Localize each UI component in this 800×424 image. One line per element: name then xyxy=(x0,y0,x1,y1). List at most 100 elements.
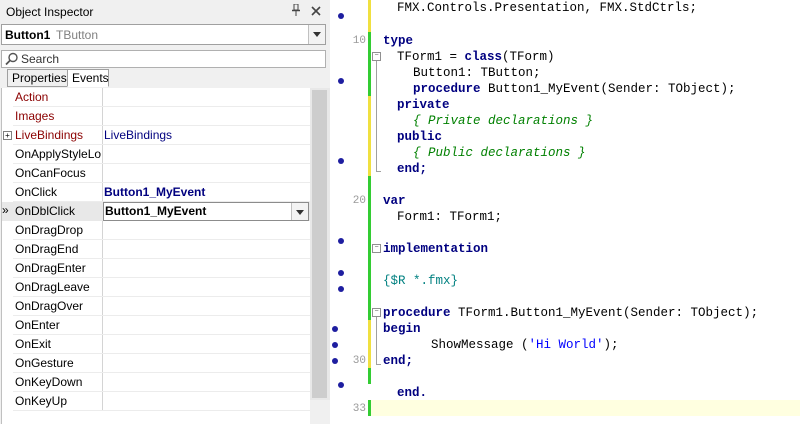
tab-properties[interactable]: Properties xyxy=(7,69,68,87)
code-token: class xyxy=(464,50,503,64)
row-name: OnCanFocus xyxy=(15,166,86,180)
grid-row-livebindings[interactable]: + LiveBindings LiveBindings xyxy=(2,126,310,145)
selected-row-arrow-icon: » xyxy=(2,203,9,217)
grid-row-ondragend[interactable]: OnDragEnd xyxy=(2,240,310,259)
code-token: ); xyxy=(603,338,619,352)
code-line: Button1: TButton; xyxy=(413,66,541,80)
code-line: TForm1 = class(TForm) xyxy=(397,49,555,65)
component-dropdown-button[interactable] xyxy=(308,25,325,44)
code-line: { Private declarations } xyxy=(413,114,594,128)
close-icon[interactable] xyxy=(309,3,323,19)
row-gutter xyxy=(2,316,13,335)
row-name: OnGesture xyxy=(15,356,74,370)
row-gutter xyxy=(2,183,13,202)
row-gutter xyxy=(2,240,13,259)
grid-row-onkeyup[interactable]: OnKeyUp xyxy=(2,392,310,411)
grid-row-onclick[interactable]: OnClick Button1_MyEvent xyxy=(2,183,310,202)
code-token: procedure xyxy=(383,306,451,320)
row-gutter xyxy=(2,221,13,240)
chevron-down-icon xyxy=(296,210,304,215)
scrollbar-thumb[interactable] xyxy=(312,90,327,398)
column-divider xyxy=(102,335,103,354)
search-input[interactable]: Search xyxy=(1,50,326,68)
row-gutter xyxy=(2,392,13,411)
fold-toggle-icon[interactable]: − xyxy=(372,308,381,317)
component-name: Button1 xyxy=(5,28,51,42)
pin-icon[interactable] xyxy=(290,3,302,18)
object-inspector-title: Object Inspector xyxy=(6,5,94,19)
fold-toggle-icon[interactable]: − xyxy=(372,52,381,61)
code-line: implementation xyxy=(383,242,489,256)
grid-row-ondragleave[interactable]: OnDragLeave xyxy=(2,278,310,297)
grid-row-ondragdrop[interactable]: OnDragDrop xyxy=(2,221,310,240)
row-gutter xyxy=(2,145,13,164)
grid-row-ondblclick[interactable]: » OnDblClick Button1_MyEvent xyxy=(2,202,310,221)
row-gutter xyxy=(2,259,13,278)
code-line: end; xyxy=(383,354,414,368)
column-divider xyxy=(102,145,103,164)
row-gutter: + xyxy=(2,126,13,145)
column-divider xyxy=(102,297,103,316)
code-text-area[interactable]: FMX.Controls.Presentation, FMX.StdCtrls;… xyxy=(383,0,800,424)
fold-guide xyxy=(376,61,377,171)
expand-plus-icon[interactable]: + xyxy=(3,131,12,140)
column-divider xyxy=(102,240,103,259)
row-value[interactable]: LiveBindings xyxy=(104,128,172,142)
grid-row-ongesture[interactable]: OnGesture xyxy=(2,354,310,373)
line-marker-dot xyxy=(338,78,344,84)
code-line: private xyxy=(397,98,450,112)
fold-toggle-icon[interactable]: − xyxy=(372,244,381,253)
line-marker-dot xyxy=(338,13,344,19)
column-divider xyxy=(102,354,103,373)
line-number-10: 10 xyxy=(352,35,366,47)
grid-row-images[interactable]: Images xyxy=(2,107,310,126)
line-marker-dot xyxy=(338,382,344,388)
code-editor[interactable]: 10 20 30 33 − − − FMX.Controls.Presentat… xyxy=(330,0,800,424)
grid-row-ondragenter[interactable]: OnDragEnter xyxy=(2,259,310,278)
code-token: procedure xyxy=(413,82,481,96)
grid-row-action[interactable]: Action xyxy=(2,88,310,107)
code-line: var xyxy=(383,194,406,208)
row-name: OnDragLeave xyxy=(15,280,90,294)
search-icon xyxy=(5,52,19,66)
line-number-20: 20 xyxy=(352,195,366,207)
code-line: begin xyxy=(383,322,421,336)
tab-events[interactable]: Events xyxy=(67,69,109,87)
row-name: OnEnter xyxy=(15,318,60,332)
grid-row-onkeydown[interactable]: OnKeyDown xyxy=(2,373,310,392)
breakpoint-dot[interactable] xyxy=(332,342,338,348)
grid-row-ondragover[interactable]: OnDragOver xyxy=(2,297,310,316)
code-line: Form1: TForm1; xyxy=(397,210,503,224)
code-line: type xyxy=(383,34,414,48)
event-value-combo[interactable]: Button1_MyEvent xyxy=(103,202,309,221)
column-divider xyxy=(102,316,103,335)
inspector-scrollbar[interactable] xyxy=(310,88,330,400)
code-token: (TForm) xyxy=(502,50,555,64)
grid-row-onenter[interactable]: OnEnter xyxy=(2,316,310,335)
event-dropdown-button[interactable] xyxy=(291,203,308,220)
row-name: OnApplyStyleLookup xyxy=(15,147,101,161)
row-name: OnKeyUp xyxy=(15,394,68,408)
grid-row-onexit[interactable]: OnExit xyxy=(2,335,310,354)
grid-row-oncanfocus[interactable]: OnCanFocus xyxy=(2,164,310,183)
row-value[interactable]: Button1_MyEvent xyxy=(104,185,205,199)
object-inspector-panel: Object Inspector Button1 TButton Search … xyxy=(0,0,330,424)
row-name: OnDblClick xyxy=(15,204,76,218)
row-name: OnDragEnd xyxy=(15,242,79,256)
line-marker-dot xyxy=(338,270,344,276)
code-token: ShowMessage ( xyxy=(431,338,529,352)
row-name: OnDragEnter xyxy=(15,261,86,275)
grid-row-onapplystylelookup[interactable]: OnApplyStyleLookup xyxy=(2,145,310,164)
row-value[interactable]: Button1_MyEvent xyxy=(105,204,206,218)
line-marker-dot xyxy=(338,238,344,244)
fold-guide-end xyxy=(376,171,381,172)
row-name: OnKeyDown xyxy=(15,375,83,389)
breakpoint-dot[interactable] xyxy=(332,326,338,332)
object-inspector-titlebar: Object Inspector xyxy=(0,0,330,24)
unsaved-change-bar xyxy=(368,320,371,368)
component-selector[interactable]: Button1 TButton xyxy=(1,24,326,45)
editor-gutter[interactable]: 10 20 30 33 xyxy=(330,0,366,424)
component-class: TButton xyxy=(56,28,99,42)
column-divider xyxy=(102,107,103,126)
column-divider xyxy=(102,221,103,240)
